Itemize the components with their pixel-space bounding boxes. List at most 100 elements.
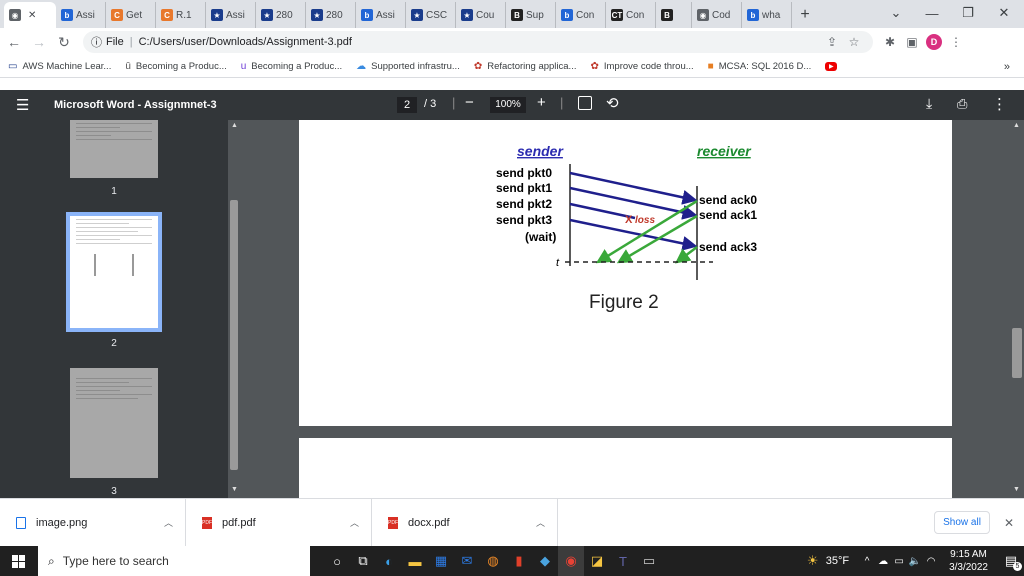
time-axis-label: t	[556, 257, 560, 269]
zoom-out-button[interactable]: −	[465, 94, 474, 111]
firefox-icon[interactable]: ◍	[480, 546, 506, 576]
bookmark-label: MCSA: SQL 2016 D...	[718, 61, 812, 72]
weather-temperature[interactable]: 35°F	[826, 555, 849, 567]
close-downloads-icon[interactable]: ✕	[1004, 516, 1014, 530]
edge-icon[interactable]: ◐	[376, 546, 402, 576]
browser-tab[interactable]: B	[656, 2, 692, 28]
download-icon[interactable]: ⤓	[926, 95, 932, 112]
bookmark-star-icon[interactable]: ☆	[843, 31, 865, 53]
forward-button[interactable]: →	[28, 31, 50, 53]
browser-tab[interactable]: ◉ ✕	[4, 2, 56, 28]
mail-icon[interactable]: ✉	[454, 546, 480, 576]
viewer-scroll-thumb[interactable]	[1012, 328, 1022, 378]
close-window-button[interactable]: ✕	[984, 0, 1024, 26]
youtube-bookmark-icon[interactable]: ▶	[825, 62, 838, 71]
battery-icon[interactable]: ▭	[891, 546, 907, 576]
rotate-icon[interactable]: ⟲	[606, 94, 619, 112]
sticky-notes-icon[interactable]: ◪	[584, 546, 610, 576]
terminal-icon[interactable]: ▭	[636, 546, 662, 576]
zoom-level-input[interactable]: 100%	[490, 97, 526, 113]
more-actions-icon[interactable]: ⋮	[992, 95, 1007, 113]
thumbnail-page-3[interactable]	[70, 368, 158, 478]
volume-icon[interactable]: 🔈	[907, 546, 923, 576]
new-tab-button[interactable]: +	[792, 2, 818, 28]
bookmark-item[interactable]: u Becoming a Produc...	[241, 61, 342, 72]
download-item-image[interactable]: image.png ︿	[0, 498, 186, 547]
show-all-button[interactable]: Show all	[934, 511, 990, 534]
address-bar[interactable]: ⓘ File | C:/Users/user/Downloads/Assignm…	[83, 31, 873, 53]
reload-button[interactable]: ↻	[53, 31, 75, 53]
send-pkt2-label: send pkt2	[496, 197, 552, 211]
download-item-pdf[interactable]: PDF pdf.pdf ︿	[186, 498, 372, 547]
sidebar-menu-icon[interactable]: ☰	[16, 96, 42, 114]
browser-tab[interactable]: b wha	[742, 2, 792, 28]
onedrive-icon[interactable]: ☁	[875, 546, 891, 576]
browser-tab[interactable]: b Assi	[356, 2, 406, 28]
teams-icon[interactable]: T	[610, 546, 636, 576]
browser-tab[interactable]: ★ Assi	[206, 2, 256, 28]
thumbnail-page-1[interactable]	[70, 120, 158, 178]
cortana-icon[interactable]: ○	[324, 546, 350, 576]
info-icon[interactable]: ⓘ	[91, 34, 102, 50]
browser-tab[interactable]: C Get	[106, 2, 156, 28]
wifi-icon[interactable]: ◠	[923, 546, 939, 576]
browser-tab[interactable]: b Assi	[56, 2, 106, 28]
task-view-icon[interactable]: ⧉	[350, 546, 376, 576]
send-ack3-label: send ack3	[699, 240, 757, 254]
menu-kebab-icon[interactable]: ⋮	[945, 31, 967, 53]
chevron-up-icon[interactable]: ︿	[536, 516, 545, 529]
print-icon[interactable]: ⎙	[957, 96, 967, 112]
bookmark-item[interactable]: ✿ Improve code throu...	[590, 61, 693, 72]
browser-tab[interactable]: CT Con	[606, 2, 656, 28]
ack0-arrow	[595, 199, 698, 264]
close-tab-icon[interactable]: ✕	[28, 10, 36, 21]
chevron-up-icon[interactable]: ︿	[350, 516, 359, 529]
address-url[interactable]: C:/Users/user/Downloads/Assignment-3.pdf	[139, 36, 352, 48]
file-explorer-icon[interactable]: ▬	[402, 546, 428, 576]
back-button[interactable]: ←	[3, 31, 25, 53]
zoom-in-button[interactable]: +	[537, 94, 546, 111]
thumbnail-scrollbar[interactable]: ▲ ▼	[228, 120, 240, 498]
browser-tab[interactable]: ◉ Cod	[692, 2, 742, 28]
browser-tab[interactable]: B Sup	[506, 2, 556, 28]
browser-tab[interactable]: ★ CSC	[406, 2, 456, 28]
browser-tab[interactable]: ★ 280	[256, 2, 306, 28]
side-panel-icon[interactable]: ▣	[901, 31, 923, 53]
restore-button[interactable]: ❐	[948, 0, 988, 26]
bookmark-item[interactable]: ■ MCSA: SQL 2016 D...	[708, 61, 812, 72]
bookmark-item[interactable]: ū Becoming a Produc...	[125, 61, 226, 72]
figure-2-diagram: sender receiver send pkt0 send pkt1 send…	[496, 143, 757, 313]
browser-tab[interactable]: b Con	[556, 2, 606, 28]
notification-icon[interactable]: ▤ 5	[998, 546, 1024, 576]
weather-icon[interactable]: ☀	[800, 546, 826, 576]
bookmarks-overflow-button[interactable]: »	[1004, 61, 1010, 73]
browser-tab[interactable]: C R.1	[156, 2, 206, 28]
browser-tab[interactable]: ★ 280	[306, 2, 356, 28]
windows-start-icon[interactable]	[0, 546, 36, 576]
bookmark-item[interactable]: ▭ AWS Machine Lear...	[8, 61, 111, 72]
chevron-up-icon[interactable]: ︿	[164, 516, 173, 529]
paint-icon[interactable]: ◆	[532, 546, 558, 576]
tray-chevron-icon[interactable]: ^	[859, 546, 875, 576]
tab-search-chevron-icon[interactable]: ⌄	[876, 0, 916, 26]
minimize-button[interactable]: —	[912, 0, 952, 26]
page-number-input[interactable]: 2	[397, 97, 417, 113]
bookmark-item[interactable]: ✿ Refactoring applica...	[474, 61, 577, 72]
chrome-taskbar-icon[interactable]: ◉	[558, 546, 584, 576]
extensions-puzzle-icon[interactable]: ✱	[879, 31, 901, 53]
profile-avatar[interactable]: D	[923, 31, 945, 53]
thumbnail-page-2[interactable]	[66, 212, 162, 332]
download-item-docx[interactable]: PDF docx.pdf ︿	[372, 498, 558, 547]
viewer-scrollbar[interactable]: ▲ ▼	[1010, 120, 1024, 498]
taskbar-search-box[interactable]: ⌕ Type here to search	[38, 546, 310, 576]
thumbnail-scroll-thumb[interactable]	[230, 200, 238, 470]
bookmark-item[interactable]: ☁ Supported infrastru...	[356, 61, 460, 72]
bookmark-label: Becoming a Produc...	[135, 61, 227, 72]
fit-page-icon[interactable]	[578, 96, 592, 110]
office-icon[interactable]: ▮	[506, 546, 532, 576]
browser-tab[interactable]: ★ Cou	[456, 2, 506, 28]
clock[interactable]: 9:15 AM 3/3/2022	[949, 548, 988, 574]
store-icon[interactable]: ▦	[428, 546, 454, 576]
toolbar-divider: |	[560, 95, 564, 110]
share-icon[interactable]: ⇪	[821, 31, 843, 53]
